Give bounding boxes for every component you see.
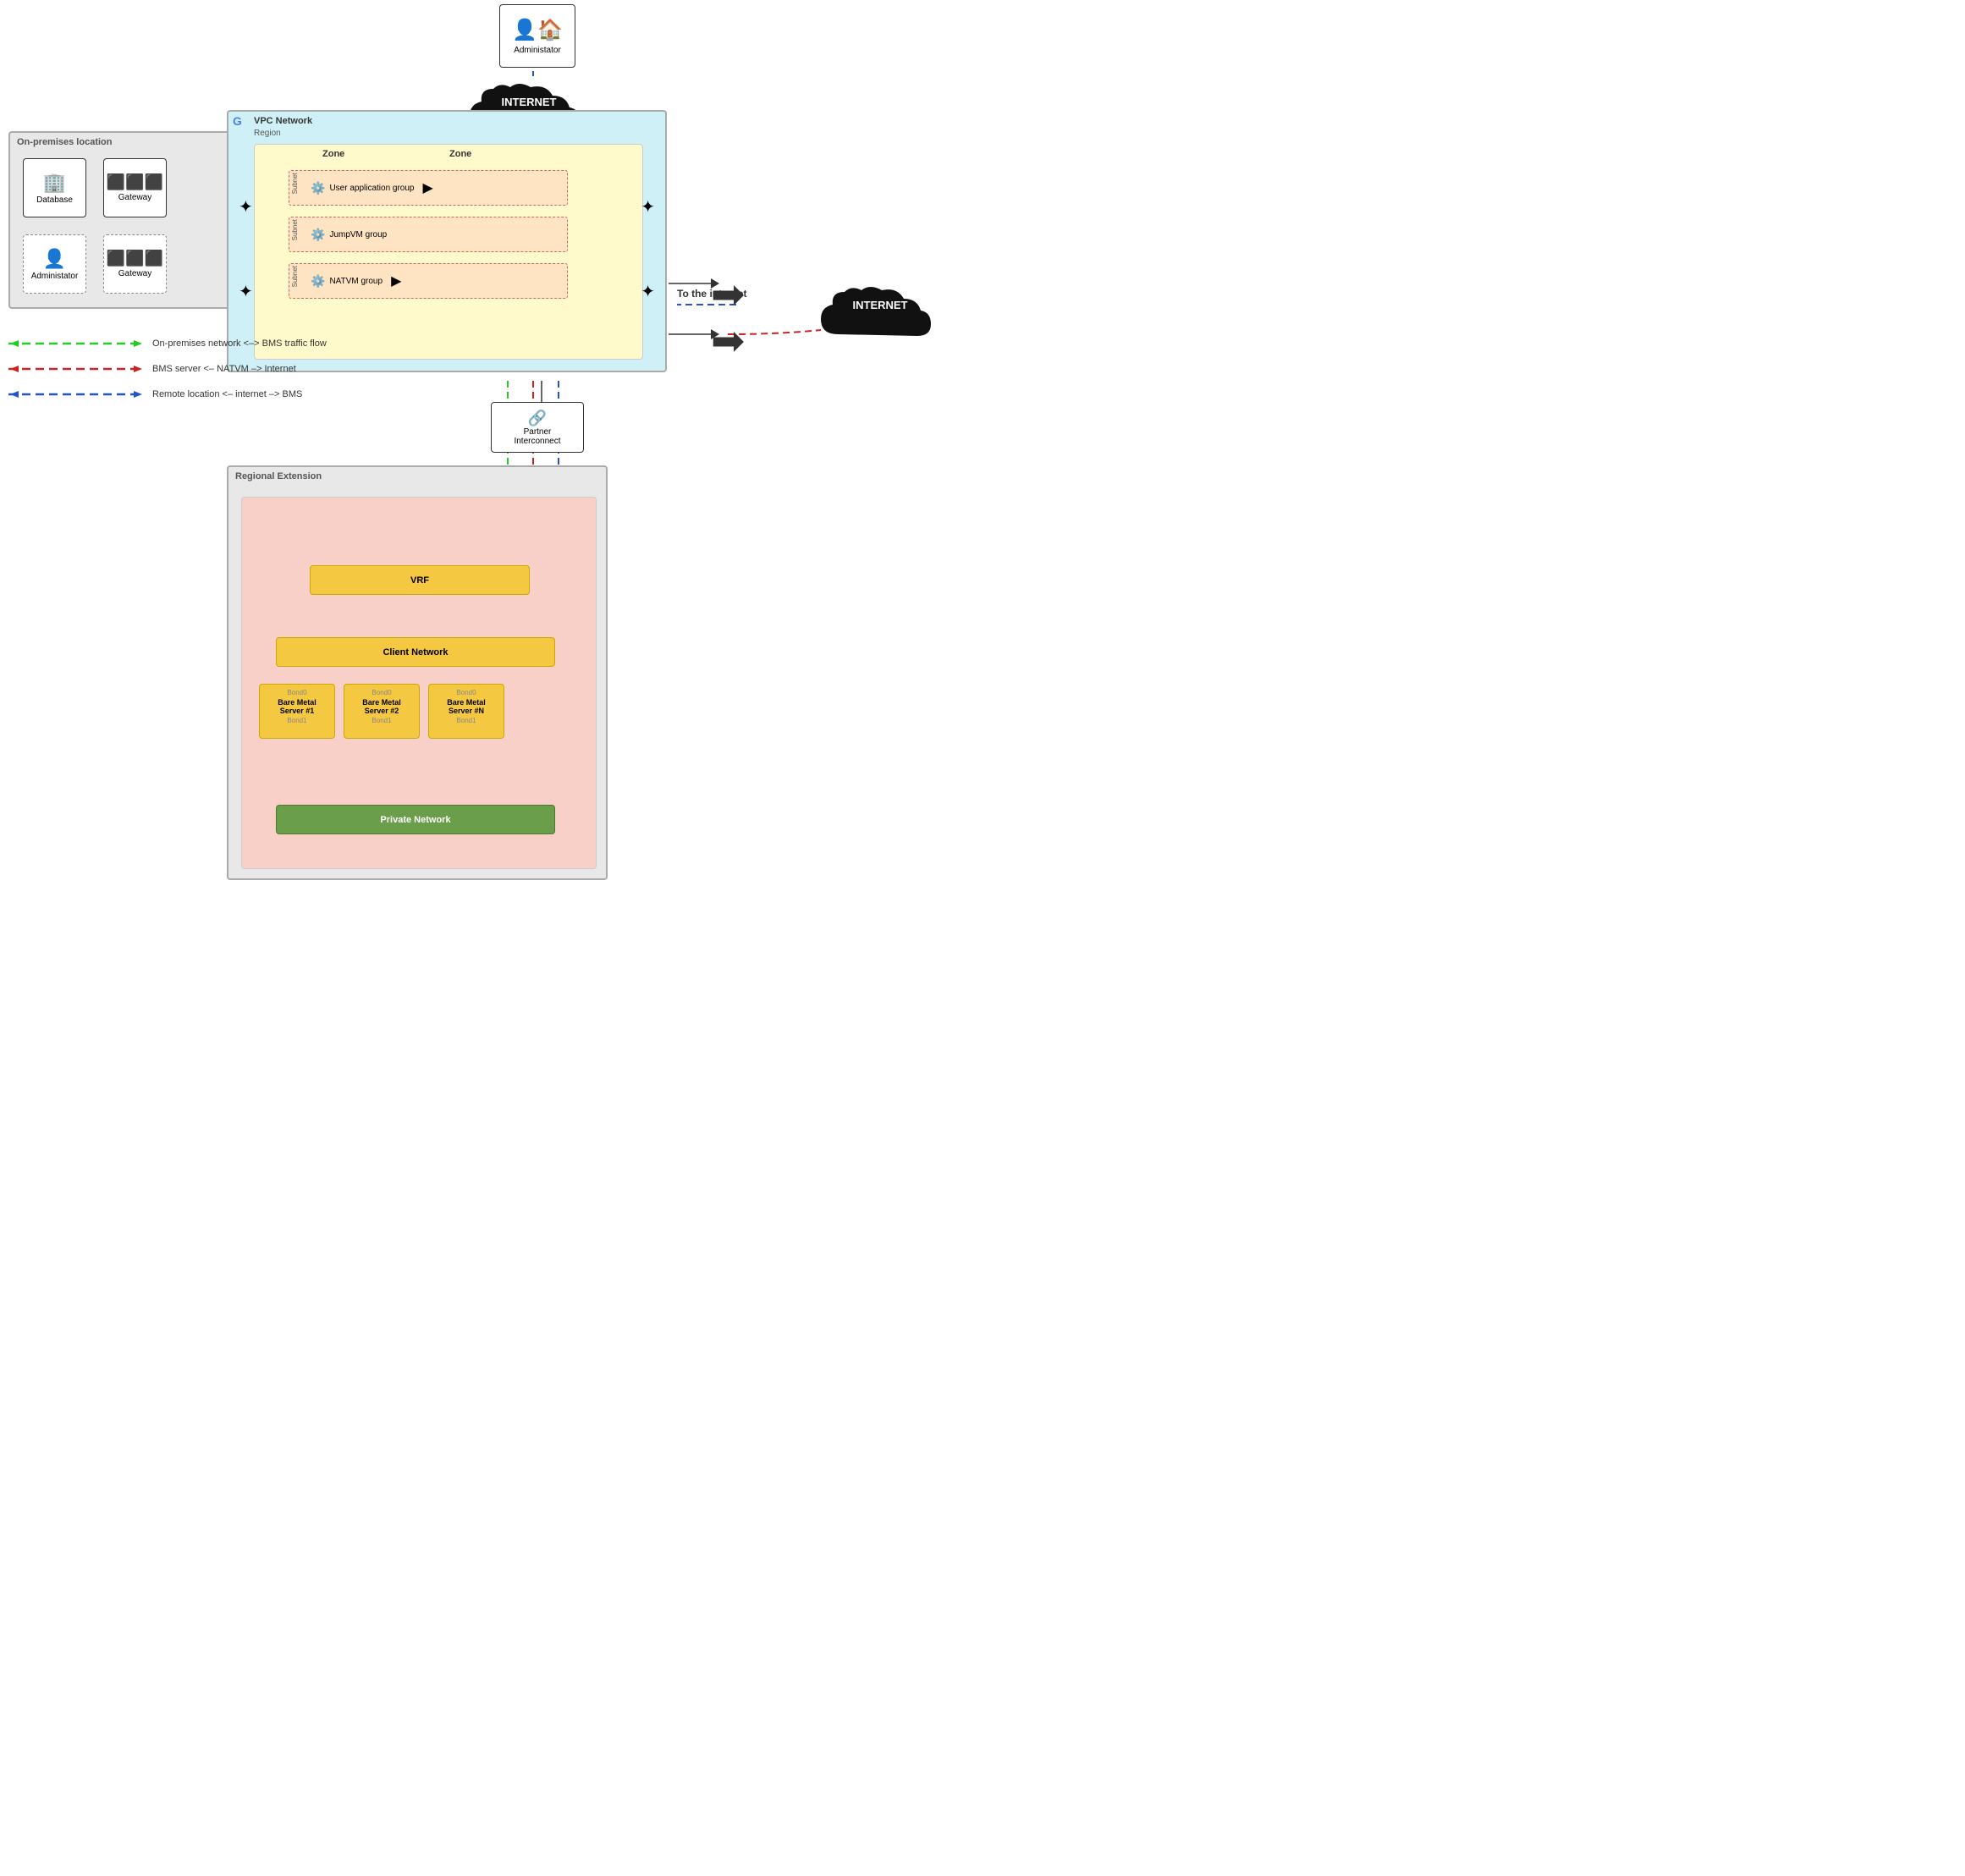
region-label: Region (254, 129, 281, 138)
subnet1-label: Subnet (291, 173, 299, 194)
legend-item-red: BMS server <– NATVM –> Internet (8, 364, 327, 374)
region-box: Zone Zone Subnet ⚙️ User application gro… (254, 144, 643, 360)
regional-ext-box: Regional Extension ◆ VRF Client Network … (227, 465, 608, 880)
legend-line-green (8, 338, 144, 349)
jumpvm-icon: ⚙️ (311, 228, 325, 242)
legend-text-green: On-premises network <–> BMS traffic flow (152, 338, 327, 349)
legend-item-green: On-premises network <–> BMS traffic flow (8, 338, 327, 349)
administrator-top-label: Administator (514, 46, 561, 55)
user-app-icon: ⚙️ (311, 181, 325, 195)
vrf-box: VRF (310, 565, 530, 595)
vpc-network-label: VPC Network (254, 116, 312, 126)
vpc-network-box: G VPC Network Region Zone Zone Subnet ⚙️… (227, 110, 667, 372)
on-premises-box: On-premises location 🏢 Database ⬛⬛⬛ Gate… (8, 131, 254, 309)
administrator-left-node: 👤 Administator (23, 234, 86, 294)
zone2-label: Zone (449, 149, 471, 159)
private-network-box: Private Network (276, 805, 555, 834)
partner-interconnect-label: Partner Interconnect (514, 427, 560, 446)
bms1-bond0: Bond0 (262, 689, 332, 696)
client-network-label: Client Network (383, 647, 448, 657)
database-icon: 🏢 (43, 172, 66, 194)
gateway-bottom-icon: ⬛⬛⬛ (107, 250, 163, 267)
legend-line-red (8, 364, 144, 374)
diagram-container: 👤🏠 Administator INTERNET On-premises loc… (0, 0, 982, 938)
subnet3-label: Subnet (291, 266, 299, 287)
vpc-router-right2: ✦ (641, 281, 655, 302)
bmsn-bond0: Bond0 (432, 689, 501, 696)
administrator-top-node: 👤🏠 Administator (499, 4, 575, 68)
private-network-label: Private Network (380, 815, 450, 825)
bms-server-1: Bond0 Bare Metal Server #1 Bond1 (259, 684, 335, 739)
bms-server-2: Bond0 Bare Metal Server #2 Bond1 (344, 684, 420, 739)
internet-right-cloud: INTERNET (812, 283, 948, 351)
bms2-label: Bare Metal Server #2 (347, 698, 416, 715)
vrf-label: VRF (410, 575, 429, 586)
user-app-arrow: ▶ (423, 179, 433, 196)
gateway-bottom-label: Gateway (118, 269, 151, 278)
administrator-top-icon: 👤🏠 (512, 18, 563, 42)
bmsn-bond1: Bond1 (432, 717, 501, 724)
arrow-to-internet-bottom: ➡ (711, 317, 745, 365)
partner-interconnect-node: 🔗 Partner Interconnect (491, 402, 584, 453)
arrow-to-internet-top: ➡ (711, 271, 745, 318)
natvm-arrow: ▶ (391, 272, 401, 289)
legend-item-blue: Remote location <– internet –> BMS (8, 389, 327, 399)
vpc-router-left: ✦ (239, 196, 253, 217)
user-app-group: Subnet ⚙️ User application group ▶ (289, 170, 568, 206)
bms2-bond0: Bond0 (347, 689, 416, 696)
bms1-bond1: Bond1 (262, 717, 332, 724)
internet-right-label: INTERNET (812, 299, 948, 311)
database-node: 🏢 Database (23, 158, 86, 217)
gateway-top-node: ⬛⬛⬛ Gateway (103, 158, 167, 217)
administrator-left-icon: 👤 (43, 248, 66, 270)
legend-text-blue: Remote location <– internet –> BMS (152, 389, 302, 399)
gateway-bottom-node: ⬛⬛⬛ Gateway (103, 234, 167, 294)
partner-interconnect-icon: 🔗 (528, 410, 547, 427)
natvm-label: NATVM group (329, 277, 383, 286)
subnet2-label: Subnet (291, 219, 299, 240)
regional-ext-label: Regional Extension (235, 471, 322, 481)
natvm-icon: ⚙️ (311, 274, 325, 289)
internet-right-cloud-svg (812, 283, 948, 351)
legend-text-red: BMS server <– NATVM –> Internet (152, 364, 296, 374)
user-app-label: User application group (329, 184, 414, 193)
bmsn-label: Bare Metal Server #N (432, 698, 501, 715)
vpc-router-left2: ✦ (239, 281, 253, 302)
on-premises-label: On-premises location (17, 137, 112, 147)
gateway-top-icon: ⬛⬛⬛ (107, 173, 163, 191)
vpc-router-right: ✦ (641, 196, 655, 217)
jumpvm-label: JumpVM group (329, 230, 387, 239)
regional-ext-inner: VRF Client Network Bond0 Bare Metal Serv… (241, 497, 597, 869)
jumpvm-group: Subnet ⚙️ JumpVM group (289, 217, 568, 252)
legend-line-blue (8, 389, 144, 399)
bms1-label: Bare Metal Server #1 (262, 698, 332, 715)
bms2-bond1: Bond1 (347, 717, 416, 724)
database-label: Database (36, 195, 73, 205)
gateway-top-label: Gateway (118, 193, 151, 202)
zone1-label: Zone (322, 149, 344, 159)
client-network-box: Client Network (276, 637, 555, 667)
internet-top-label: INTERNET (461, 96, 597, 108)
google-logo: G (233, 114, 242, 128)
bms-server-n: Bond0 Bare Metal Server #N Bond1 (428, 684, 504, 739)
legend: On-premises network <–> BMS traffic flow… (8, 338, 327, 415)
administrator-left-label: Administator (31, 272, 79, 281)
natvm-group: Subnet ⚙️ NATVM group ▶ (289, 263, 568, 299)
